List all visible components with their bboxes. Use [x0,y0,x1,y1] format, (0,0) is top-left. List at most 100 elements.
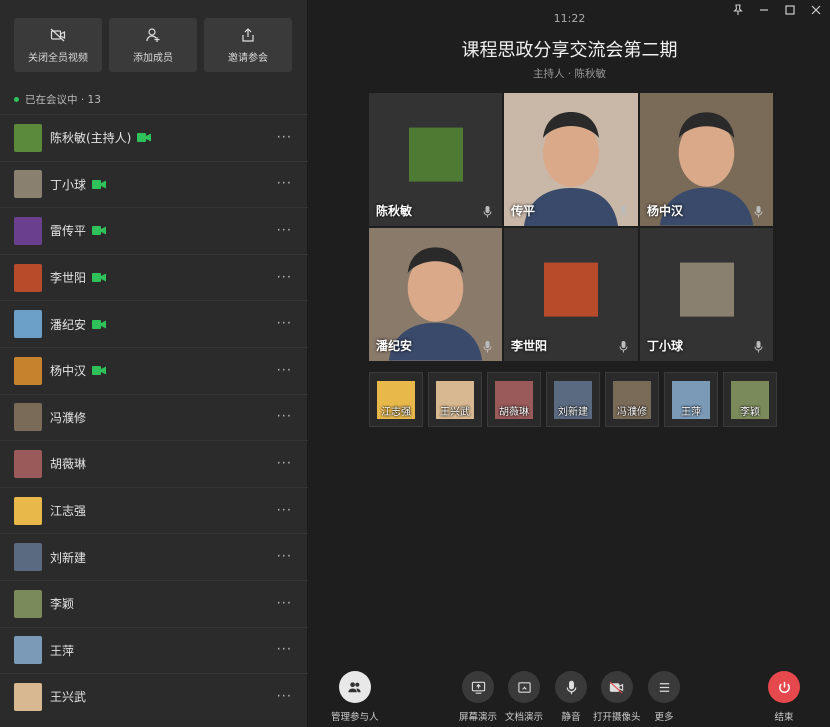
more-options-icon[interactable]: ··· [277,130,292,145]
menu-icon [659,682,669,692]
screen-share-button[interactable]: 屏幕演示 [459,671,497,723]
participant-name: 杨中汉 [50,364,87,379]
meeting-main: 11:22 课程思政分享交流会第二期 主持人 · 陈秋敏 陈秋敏 传平 杨中汉 … [309,0,830,727]
avatar [14,310,42,339]
microphone-icon [754,341,763,353]
camera-toggle-label: 打开摄像头 [593,712,641,723]
thumbnail-strip: 江志强 王兴武 胡薇琳 刘新建 冯濮修 王萍 李颖 [369,372,777,427]
participant-row[interactable]: 冯濮修 ··· [0,393,308,441]
microphone-icon [483,206,492,218]
participant-row[interactable]: 李颖 ··· [0,579,308,627]
camera-off-icon [50,28,66,41]
more-label: 更多 [654,712,674,723]
more-options-icon[interactable]: ··· [277,689,292,704]
meeting-status-text: 已在会议中 · 13 [25,94,101,106]
host-label: 主持人 · 陈秋敏 [532,68,606,80]
avatar [14,170,42,199]
camera-on-icon [92,226,107,236]
participant-row[interactable]: 王萍 ··· [0,626,308,674]
participant-row[interactable]: 潘纪安 ··· [0,300,308,347]
tile-name: 陈秋敏 [376,204,413,218]
participants-sidebar: 关闭全员视频 添加成员 邀请参会 已在会议中 · 13 陈秋敏(主持人) ··· 丁… [0,0,308,727]
more-options-icon[interactable]: ··· [277,177,292,192]
document-share-button[interactable]: 文档演示 [505,671,543,723]
participant-row[interactable]: 李世阳 ··· [0,253,308,301]
share-icon [242,27,254,42]
add-member-button[interactable]: 添加成员 [109,18,197,72]
participant-row[interactable]: 胡薇琳 ··· [0,440,308,487]
video-tile[interactable]: 潘纪安 [369,228,502,361]
participant-thumbnail[interactable]: 江志强 [369,372,423,427]
tile-name: 李世阳 [511,339,548,353]
camera-toggle-button[interactable]: 打开摄像头 [593,671,641,723]
more-options-icon[interactable]: ··· [277,317,292,332]
add-member-label: 添加成员 [133,52,173,64]
mute-label: 静音 [561,712,581,723]
more-button[interactable]: 更多 [648,671,680,723]
document-share-label: 文档演示 [505,712,544,723]
video-grid: 陈秋敏 传平 杨中汉 潘纪安 李世阳 丁小球 [369,93,773,361]
invite-label: 邀请参会 [228,52,268,64]
video-tile[interactable]: 传平 [504,93,638,226]
participant-thumbnail[interactable]: 冯濮修 [605,372,659,427]
participant-row[interactable]: 丁小球 ··· [0,160,308,208]
more-options-icon[interactable]: ··· [277,643,292,658]
more-options-icon[interactable]: ··· [277,503,292,518]
tile-name: 潘纪安 [376,339,413,353]
participant-row[interactable]: 陈秋敏(主持人) ··· [0,114,308,161]
more-options-icon[interactable]: ··· [277,550,292,565]
meeting-app: 关闭全员视频 添加成员 邀请参会 已在会议中 · 13 陈秋敏(主持人) ··· 丁… [0,0,830,727]
participant-row[interactable]: 王兴武 ··· [0,673,308,720]
thumbnail-name: 冯濮修 [617,407,647,418]
avatar [14,216,42,245]
avatar [14,496,42,525]
participant-list: 陈秋敏(主持人) ··· 丁小球 ··· 雷传平 ··· 李世阳 ··· 潘纪安 ··· 杨中汉 ··… [0,114,308,720]
participant-thumbnail[interactable]: 王萍 [664,372,718,427]
participant-name: 丁小球 [50,177,87,192]
clock: 11:22 [553,12,586,25]
more-options-icon[interactable]: ··· [277,596,292,611]
video-tile[interactable]: 杨中汉 [640,93,773,226]
video-tile[interactable]: 陈秋敏 [369,93,502,226]
participant-name: 潘纪安 [50,317,87,332]
mute-button[interactable]: 静音 [555,671,587,723]
camera-off-icon [609,680,624,694]
video-tile[interactable]: 丁小球 [640,228,773,361]
disable-all-video-button[interactable]: 关闭全员视频 [14,18,102,72]
avatar [14,403,42,432]
participant-row[interactable]: 刘新建 ··· [0,533,308,580]
participant-thumbnail[interactable]: 刘新建 [546,372,600,427]
participant-thumbnail[interactable]: 胡薇琳 [487,372,541,427]
power-icon [778,681,790,693]
more-options-icon[interactable]: ··· [277,223,292,238]
avatar [14,636,42,665]
participant-thumbnail[interactable]: 王兴武 [428,372,482,427]
participant-row[interactable]: 雷传平 ··· [0,207,308,254]
participant-row[interactable]: 杨中汉 ··· [0,346,308,394]
avatar [14,589,42,618]
tile-name: 丁小球 [647,339,684,353]
manage-participants-label: 管理参与人 [331,712,379,723]
microphone-icon [619,206,628,218]
camera-on-icon [92,366,107,376]
more-options-icon[interactable]: ··· [277,363,292,378]
participant-row[interactable]: 江志强 ··· [0,486,308,534]
disable-all-video-label: 关闭全员视频 [28,52,88,64]
thumbnail-name: 刘新建 [558,407,588,418]
video-tile[interactable]: 李世阳 [504,228,638,361]
thumbnail-name: 王兴武 [440,407,470,418]
invite-button[interactable]: 邀请参会 [204,18,292,72]
avatar [679,262,734,317]
participant-name: 雷传平 [50,224,87,239]
manage-participants-button[interactable]: 管理参与人 [331,671,379,723]
online-dot [14,97,19,102]
microphone-icon [566,680,576,694]
camera-on-icon [92,319,107,329]
more-options-icon[interactable]: ··· [277,456,292,471]
camera-on-icon [137,133,152,143]
more-options-icon[interactable]: ··· [277,270,292,285]
participant-thumbnail[interactable]: 李颖 [723,372,777,427]
end-meeting-button[interactable]: 结束 [768,671,800,723]
more-options-icon[interactable]: ··· [277,410,292,425]
bottom-toolbar: 管理参与人 屏幕演示 文档演示 静音 打开摄像头 更多 结束 [309,668,830,727]
